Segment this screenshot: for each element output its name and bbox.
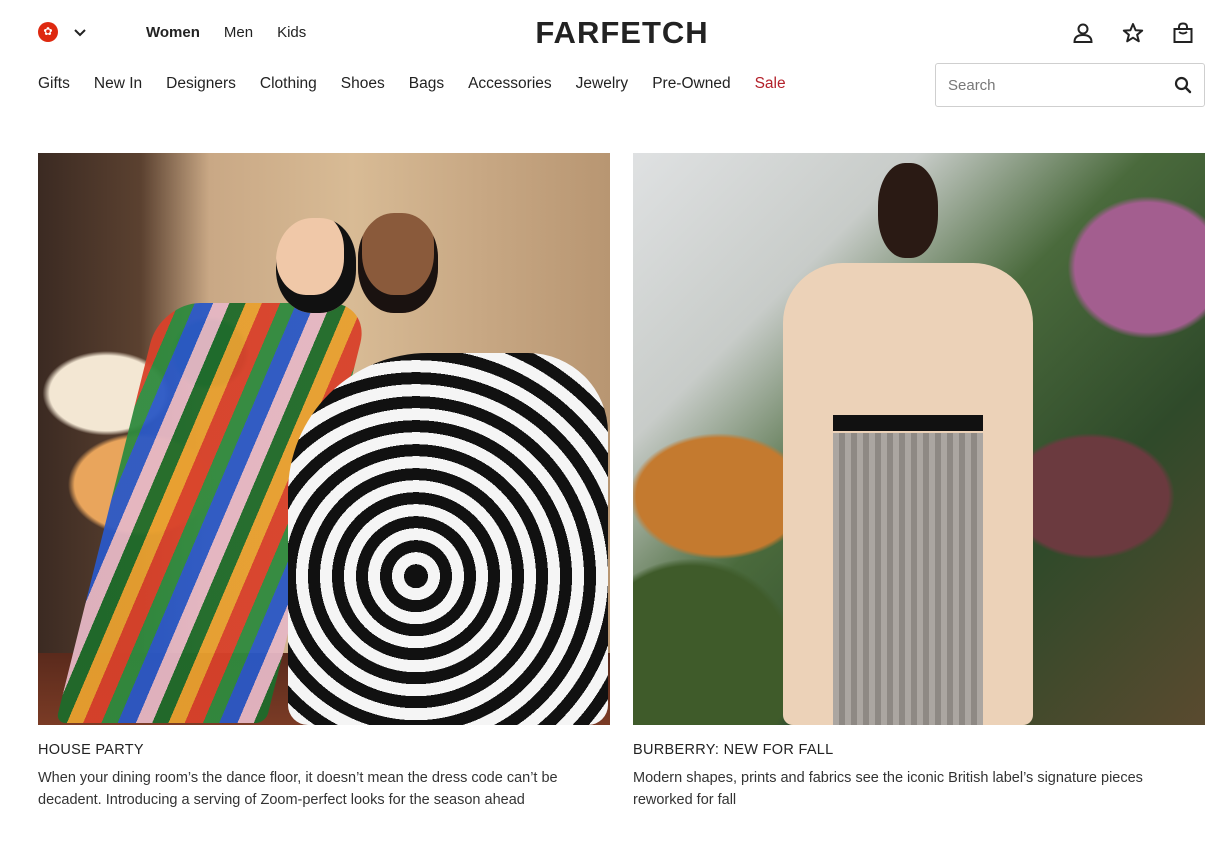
nav-shoes[interactable]: Shoes xyxy=(341,75,385,93)
search-input[interactable] xyxy=(948,76,1174,94)
image-detail xyxy=(878,163,938,258)
burberry-new-for-fall-editorial-image[interactable] xyxy=(633,153,1205,725)
nav-designers[interactable]: Designers xyxy=(166,75,236,93)
header-actions xyxy=(1072,22,1194,44)
nav-clothing[interactable]: Clothing xyxy=(260,75,317,93)
image-detail xyxy=(288,353,608,725)
nav-new-in[interactable]: New In xyxy=(94,75,142,93)
chevron-down-icon xyxy=(74,29,86,37)
editorial-card-burberry[interactable]: BURBERRY: NEW FOR FALL Modern shapes, pr… xyxy=(633,153,1205,811)
tab-kids[interactable]: Kids xyxy=(277,24,306,41)
search-icon[interactable] xyxy=(1174,76,1192,94)
hong-kong-flag-icon: ✿ xyxy=(38,22,58,42)
tab-women[interactable]: Women xyxy=(146,24,200,41)
top-header: ✿ Women Men Kids FARFETCH xyxy=(0,0,1212,66)
house-party-editorial-image[interactable] xyxy=(38,153,610,725)
nav-jewelry[interactable]: Jewelry xyxy=(576,75,629,93)
card-title[interactable]: HOUSE PARTY xyxy=(38,742,610,758)
nav-bags[interactable]: Bags xyxy=(409,75,444,93)
image-detail xyxy=(358,213,438,313)
wishlist-star-icon[interactable] xyxy=(1122,22,1144,44)
region-selector[interactable]: ✿ xyxy=(38,22,88,42)
card-title[interactable]: BURBERRY: NEW FOR FALL xyxy=(633,742,1205,758)
image-detail xyxy=(276,218,356,313)
shopping-bag-icon[interactable] xyxy=(1172,22,1194,44)
account-icon[interactable] xyxy=(1072,22,1094,44)
farfetch-logo[interactable]: FARFETCH xyxy=(520,15,724,51)
nav-sale[interactable]: Sale xyxy=(755,75,786,93)
nav-pre-owned[interactable]: Pre-Owned xyxy=(652,75,730,93)
category-nav: Gifts New In Designers Clothing Shoes Ba… xyxy=(38,75,786,93)
nav-accessories[interactable]: Accessories xyxy=(468,75,552,93)
image-detail xyxy=(833,415,983,431)
card-description: When your dining room’s the dance floor,… xyxy=(38,770,558,808)
image-detail xyxy=(833,433,983,725)
editorial-card-house-party[interactable]: HOUSE PARTY When your dining room’s the … xyxy=(38,153,610,811)
gender-tabs: Women Men Kids xyxy=(146,24,306,41)
nav-gifts[interactable]: Gifts xyxy=(38,75,70,93)
tab-men[interactable]: Men xyxy=(224,24,253,41)
card-description: Modern shapes, prints and fabrics see th… xyxy=(633,770,1143,808)
search-box xyxy=(935,63,1205,107)
